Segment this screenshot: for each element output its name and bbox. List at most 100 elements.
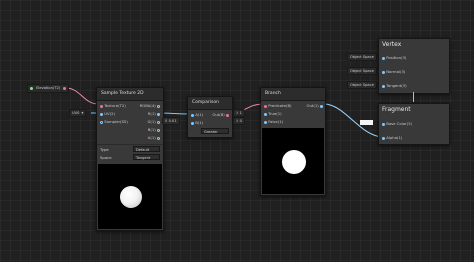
port-dot-icon: [100, 104, 103, 108]
output-port-icon[interactable]: [63, 86, 67, 90]
divider: [97, 144, 163, 145]
space-dropdown[interactable]: Tangent: [133, 154, 160, 160]
port-dot-icon: [382, 122, 385, 126]
fragment-port-alpha[interactable]: Alpha(1): [382, 135, 402, 140]
comparison-b-value: 0.01: [168, 119, 177, 123]
input-port-predicate[interactable]: Predicate(B): [264, 103, 292, 108]
vertex-position-space[interactable]: Object Space: [347, 53, 377, 61]
comparison-mode-dropdown[interactable]: Greater: [201, 128, 229, 134]
input-port-uv[interactable]: UV(2): [100, 111, 115, 116]
space-value: Object Space: [350, 55, 374, 59]
port-label: UV(2): [104, 111, 115, 116]
vertex-normal-space[interactable]: Object Space: [347, 67, 377, 75]
output-port-b[interactable]: B(1): [148, 127, 160, 132]
port-label: False(1): [268, 119, 284, 124]
vertex-port-normal[interactable]: Normal(3): [382, 69, 405, 74]
port-dot-icon: [100, 112, 103, 116]
port-label: True(1): [268, 111, 282, 116]
port-label: Out(B): [212, 112, 225, 117]
vertex-tangent-space[interactable]: Object Space: [347, 81, 377, 89]
preview-circle: [282, 150, 306, 174]
port-dot-icon: [191, 121, 194, 125]
port-label: G(1): [147, 119, 156, 124]
fragment-port-base-color[interactable]: Base Color(3): [382, 121, 412, 126]
type-dropdown[interactable]: Default: [133, 146, 160, 152]
comparison-node[interactable]: Comparison A(1) B(1) Out(B) Greater: [187, 96, 233, 138]
port-label: Base Color(3): [386, 121, 412, 126]
context-connector: [413, 92, 414, 102]
uv-field-value: UV0: [72, 111, 80, 115]
wire-branch-to-alpha: [323, 103, 385, 138]
base-color-swatch[interactable]: [360, 120, 373, 125]
port-dot-icon: [382, 70, 385, 74]
port-label: R(1): [147, 111, 156, 116]
preview-sphere: [120, 186, 142, 208]
branch-true-value: 1: [239, 111, 242, 115]
port-label: A(1): [147, 135, 156, 140]
port-label: Position(3): [386, 55, 407, 60]
input-port-false[interactable]: False(1): [264, 119, 283, 124]
port-dot-icon: [157, 112, 160, 116]
space-value: Tangent: [136, 156, 151, 160]
input-port-b[interactable]: B(1): [191, 120, 203, 125]
port-dot-icon: [320, 104, 323, 108]
port-label: B(1): [147, 127, 156, 132]
node-title: Comparison: [188, 97, 232, 110]
branch-true-field[interactable]: X 1: [233, 109, 245, 117]
uv-field[interactable]: UV0 ▾: [69, 109, 87, 117]
comparison-b-field[interactable]: B 0.01: [162, 117, 180, 125]
space-value: Object Space: [350, 83, 374, 87]
port-label: Alpha(1): [386, 135, 403, 140]
port-label: Sampler(SS): [104, 119, 128, 124]
vertex-context[interactable]: Vertex Position(3) Normal(3) Tangent(3): [378, 38, 450, 94]
branch-preview: [262, 128, 324, 194]
port-label: Predicate(B): [268, 103, 292, 108]
port-dot-icon: [382, 84, 385, 88]
port-dot-icon: [382, 136, 385, 140]
branch-node[interactable]: Branch Predicate(B) True(1) False(1) Out…: [260, 87, 326, 196]
port-label: RGBA(4): [139, 103, 156, 108]
node-title: Branch: [261, 88, 325, 101]
space-label: Space: [100, 155, 112, 160]
port-label: B(1): [195, 120, 204, 125]
property-dot-icon: [30, 86, 33, 90]
port-label: Texture(T2): [104, 103, 126, 108]
port-dot-icon: [226, 113, 229, 117]
output-port-g[interactable]: G(1): [147, 119, 160, 124]
elevation-property[interactable]: Elevation(T2): [27, 84, 70, 93]
port-dot-icon: [157, 120, 160, 124]
port-dot-icon: [382, 56, 385, 60]
vertex-port-position[interactable]: Position(3): [382, 55, 406, 60]
type-label: Type: [100, 147, 109, 152]
type-value: Default: [136, 148, 150, 152]
node-title: Sample Texture 2D: [97, 88, 163, 101]
input-port-texture[interactable]: Texture(T2): [100, 103, 126, 108]
branch-false-value: 0: [239, 119, 242, 123]
vertex-port-tangent[interactable]: Tangent(3): [382, 83, 407, 88]
branch-false-field[interactable]: X 0: [233, 117, 245, 125]
output-port-rgba[interactable]: RGBA(4): [140, 103, 160, 108]
elevation-label: Elevation(T2): [36, 86, 61, 90]
output-port-r[interactable]: R(1): [148, 111, 160, 116]
port-label: Out(1): [306, 103, 319, 108]
space-value: Object Space: [350, 69, 374, 73]
output-port-out[interactable]: Out(1): [307, 103, 323, 108]
port-dot-icon: [157, 136, 160, 140]
vertex-title: Vertex: [382, 41, 402, 48]
input-port-sampler[interactable]: Sampler(SS): [100, 119, 128, 124]
sample-texture-2d-node[interactable]: Sample Texture 2D Texture(T2) UV(2) Samp…: [96, 87, 164, 231]
fragment-title: Fragment: [382, 106, 411, 113]
wire-elevation-to-texture: [65, 87, 99, 105]
input-port-true[interactable]: True(1): [264, 111, 282, 116]
port-dot-icon: [157, 104, 160, 108]
fragment-context[interactable]: Fragment Base Color(3) Alpha(1): [378, 103, 450, 145]
port-dot-icon: [100, 120, 103, 124]
texture-preview: [98, 164, 162, 229]
port-dot-icon: [157, 128, 160, 132]
output-port-out[interactable]: Out(B): [212, 112, 229, 117]
output-port-a[interactable]: A(1): [148, 135, 160, 140]
port-label: Normal(3): [386, 69, 406, 74]
port-dot-icon: [264, 112, 267, 116]
port-label: A(1): [195, 112, 204, 117]
input-port-a[interactable]: A(1): [191, 112, 203, 117]
